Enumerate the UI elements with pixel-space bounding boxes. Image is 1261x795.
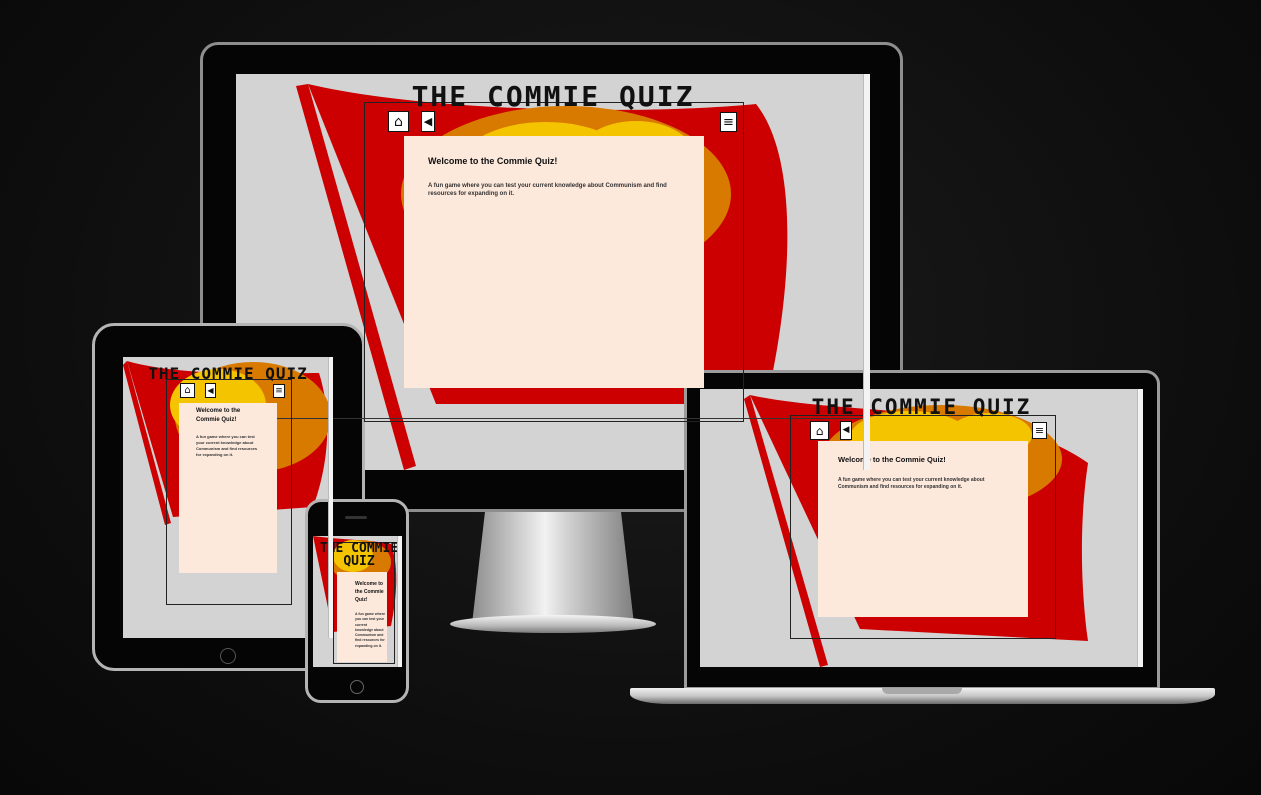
- laptop-welcome-card: Welcome to the Commie Quiz! A fun game w…: [818, 441, 1028, 617]
- laptop-welcome-text: A fun game where you can test your curre…: [838, 477, 985, 490]
- phone-speaker: [345, 516, 367, 519]
- desktop-welcome-heading: Welcome to the Commie Quiz!: [428, 156, 558, 166]
- tablet-welcome-text: A fun game where you can test your curre…: [196, 434, 258, 457]
- desktop-sound-button[interactable]: ◀: [421, 111, 435, 132]
- desktop-menu-button[interactable]: ≡: [720, 112, 737, 132]
- tablet-home-button: [220, 648, 236, 664]
- tablet-home-button[interactable]: ⌂: [180, 383, 195, 398]
- tablet-site-title: THE COMMIE QUIZ: [148, 364, 308, 383]
- phone-welcome-text: A fun game where you can test your curre…: [355, 612, 386, 648]
- tablet-sound-button[interactable]: ◀: [205, 383, 216, 398]
- phone-welcome-heading: Welcome to the Commie Quiz!: [355, 581, 384, 603]
- tablet-scrollbar[interactable]: [328, 357, 333, 638]
- laptop-screen: THE COMMIE QUIZ ⌂ ◀ ≡ Welcome to the Com…: [700, 389, 1143, 667]
- tablet-welcome-card: Welcome to the Commie Quiz! A fun game w…: [179, 403, 277, 573]
- laptop-hinge-notch: [882, 688, 962, 694]
- phone-screen: THE COMMIE QUIZ Welcome to the Commie Qu…: [313, 536, 402, 667]
- monitor-stand: [472, 512, 634, 624]
- desktop-welcome-card: Welcome to the Commie Quiz! A fun game w…: [404, 136, 704, 388]
- laptop-menu-button[interactable]: ≡: [1032, 422, 1047, 439]
- phone-scrollbar[interactable]: [397, 536, 402, 667]
- desktop-welcome-text: A fun game where you can test your curre…: [428, 183, 667, 198]
- tablet-screen: THE COMMIE QUIZ ⌂ ◀ ≡ Welcome to the Com…: [123, 357, 333, 638]
- laptop-sound-button[interactable]: ◀: [840, 421, 852, 440]
- laptop-scrollbar[interactable]: [1137, 389, 1143, 667]
- tablet-welcome-heading: Welcome to the Commie Quiz!: [196, 408, 241, 423]
- desktop-scrollbar[interactable]: [863, 74, 870, 470]
- laptop-site-title: THE COMMIE QUIZ: [811, 395, 1032, 419]
- laptop-home-button[interactable]: ⌂: [810, 421, 829, 440]
- phone-welcome-card: Welcome to the Commie Quiz! A fun game w…: [337, 572, 387, 662]
- phone-home-button: [350, 680, 364, 694]
- tablet-menu-button[interactable]: ≡: [273, 384, 285, 398]
- desktop-site-title: THE COMMIE QUIZ: [411, 80, 695, 113]
- desktop-home-button[interactable]: ⌂: [388, 111, 409, 132]
- monitor-base: [450, 615, 656, 633]
